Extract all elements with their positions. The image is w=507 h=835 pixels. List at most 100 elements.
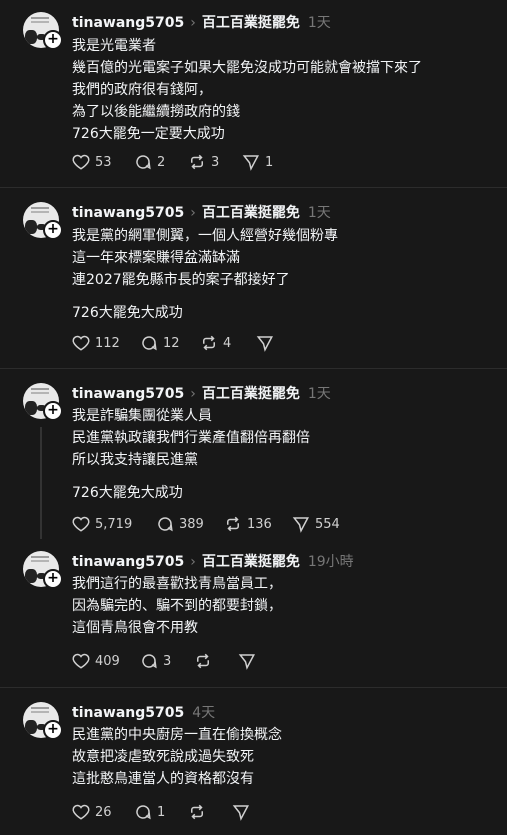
reply-button[interactable]: 12 [140, 333, 180, 353]
post-line: 這一年來標案賺得盆滿缽滿 [72, 250, 240, 266]
reply-button[interactable]: 1 [134, 802, 165, 822]
like-button[interactable]: 53 [72, 152, 112, 172]
post-line: 726大罷免大成功 [72, 305, 183, 321]
repost-count: 4 [223, 335, 232, 351]
post-line: 我們的政府很有錢阿， [72, 82, 212, 98]
comment-icon [136, 155, 151, 170]
repost-icon [203, 335, 215, 351]
follow-plus-icon[interactable]: + [43, 569, 63, 589]
heart-icon [72, 154, 90, 170]
follow-plus-icon[interactable]: + [43, 220, 63, 240]
reply-count: 389 [179, 516, 204, 532]
repost-button[interactable] [188, 802, 206, 822]
post-line: 726大罷免大成功 [72, 485, 183, 501]
post-divider [0, 368, 507, 369]
like-button[interactable]: 5,719 [72, 514, 132, 534]
reply-count: 12 [163, 335, 180, 351]
follow-plus-icon[interactable]: + [43, 30, 63, 50]
post-header: tinawang5705 › 百工百業挺罷免 1天 [72, 12, 331, 32]
reply-count: 2 [157, 154, 166, 170]
post-divider [0, 187, 507, 188]
repost-count: 136 [247, 516, 272, 532]
post-line: 726大罷免一定要大成功 [72, 126, 225, 142]
reply-count: 3 [163, 653, 172, 669]
post-body: 我們這行的最喜歡找青鳥當員工， 因為騙完的、騙不到的都要封鎖， 這個青鳥很會不用… [72, 573, 282, 639]
post-body: 民進黨的中央廚房一直在偷換概念 故意把凌虐致死說成過失致死 這批憨鳥連當人的資格… [72, 724, 282, 790]
timestamp: 4天 [192, 705, 216, 721]
timestamp: 1天 [307, 386, 331, 402]
username[interactable]: tinawang5705 [72, 386, 184, 402]
comment-icon [136, 805, 151, 820]
reply-count: 1 [157, 804, 166, 820]
heart-icon [72, 653, 90, 669]
chevron-right-icon: › [190, 554, 196, 570]
chevron-right-icon: › [190, 386, 196, 402]
username[interactable]: tinawang5705 [72, 205, 184, 221]
repost-button[interactable]: 3 [188, 152, 219, 172]
post-line: 因為騙完的、騙不到的都要封鎖， [72, 598, 282, 614]
heart-icon [72, 516, 90, 532]
post-actions: 26 1 [72, 802, 372, 822]
topic-tag[interactable]: 百工百業挺罷免 [202, 15, 300, 31]
post-body: 我是光電業者 幾百億的光電案子如果大罷免沒成功可能就會被擋下來了 我們的政府很有… [72, 35, 422, 145]
follow-plus-icon[interactable]: + [43, 720, 63, 740]
share-button[interactable] [256, 333, 274, 353]
post-line: 我們這行的最喜歡找青鳥當員工， [72, 576, 282, 592]
reply-button[interactable]: 3 [140, 651, 171, 671]
repost-button[interactable] [194, 651, 212, 671]
post-actions: 53 2 3 1 [72, 152, 372, 172]
like-count: 112 [95, 335, 120, 351]
username[interactable]: tinawang5705 [72, 705, 184, 721]
heart-icon [72, 335, 90, 351]
post-line: 民進黨的中央廚房一直在偷換概念 [72, 727, 282, 743]
username[interactable]: tinawang5705 [72, 15, 184, 31]
reply-button[interactable]: 389 [156, 514, 204, 534]
send-icon [256, 336, 273, 352]
like-button[interactable]: 409 [72, 651, 120, 671]
follow-plus-icon[interactable]: + [43, 401, 63, 421]
post-line: 民進黨執政讓我們行業產值翻倍再翻倍 [72, 430, 310, 446]
repost-button[interactable]: 136 [224, 514, 272, 534]
post-body: 我是詐騙集團從業人員 民進黨執政讓我們行業產值翻倍再翻倍 所以我支持讓民進黨 7… [72, 405, 310, 504]
like-button[interactable]: 112 [72, 333, 120, 353]
post-header: tinawang5705 › 百工百業挺罷免 19小時 [72, 551, 354, 571]
send-icon [292, 517, 309, 533]
like-count: 26 [95, 804, 112, 820]
heart-icon [72, 804, 90, 820]
post-line: 幾百億的光電案子如果大罷免沒成功可能就會被擋下來了 [72, 60, 422, 76]
repost-icon [197, 653, 209, 669]
share-count: 554 [315, 516, 340, 532]
like-button[interactable]: 26 [72, 802, 112, 822]
share-button[interactable]: 554 [292, 514, 340, 534]
chevron-right-icon: › [190, 15, 196, 31]
post-line: 為了以後能繼續撈政府的錢 [72, 104, 240, 120]
post-line: 這個青鳥很會不用教 [72, 620, 198, 636]
chevron-right-icon: › [190, 205, 196, 221]
send-icon [238, 654, 255, 670]
timestamp: 1天 [307, 205, 331, 221]
post-header: tinawang5705 › 百工百業挺罷免 1天 [72, 383, 331, 403]
post-actions: 5,719 389 136 554 [72, 514, 372, 534]
topic-tag[interactable]: 百工百業挺罷免 [202, 554, 300, 570]
topic-tag[interactable]: 百工百業挺罷免 [202, 205, 300, 221]
share-button[interactable] [232, 802, 250, 822]
post-header: tinawang5705 › 百工百業挺罷免 1天 [72, 202, 331, 222]
share-button[interactable]: 1 [242, 152, 273, 172]
reply-button[interactable]: 2 [134, 152, 165, 172]
post-divider [0, 687, 507, 688]
repost-button[interactable]: 4 [200, 333, 231, 353]
share-button[interactable] [238, 651, 256, 671]
share-count: 1 [265, 154, 274, 170]
post-actions: 409 3 [72, 651, 372, 671]
comment-icon [158, 517, 173, 532]
send-icon [232, 805, 249, 821]
post-line: 我是黨的網軍側翼，一個人經營好幾個粉專 [72, 228, 338, 244]
username[interactable]: tinawang5705 [72, 554, 184, 570]
repost-count: 3 [211, 154, 220, 170]
post-line: 我是詐騙集團從業人員 [72, 408, 212, 424]
topic-tag[interactable]: 百工百業挺罷免 [202, 386, 300, 402]
post-header: tinawang5705 4天 [72, 702, 215, 722]
post-line: 這批憨鳥連當人的資格都沒有 [72, 771, 254, 787]
comment-icon [142, 336, 157, 351]
timestamp: 1天 [307, 15, 331, 31]
